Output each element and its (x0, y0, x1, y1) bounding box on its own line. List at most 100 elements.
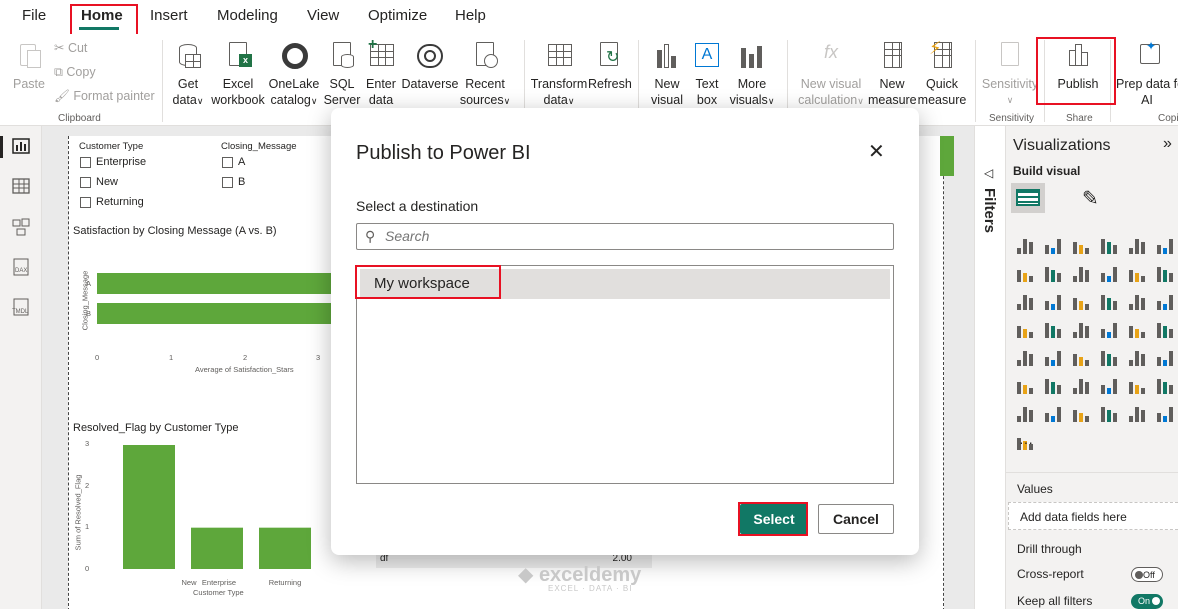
area-100-icon[interactable] (1099, 264, 1121, 284)
build-visual-tab[interactable] (1011, 183, 1045, 213)
menu-view[interactable]: View (307, 7, 339, 24)
stacked-bar-100-icon[interactable] (1071, 236, 1093, 256)
dax-query-view-icon[interactable]: DAX (11, 258, 31, 276)
menu-bar: File Home Insert Modeling View Optimize … (0, 0, 1178, 34)
card-icon[interactable] (1155, 320, 1177, 340)
qa-icon[interactable] (1071, 376, 1093, 396)
donut-icon[interactable] (1155, 292, 1177, 312)
power-apps-icon[interactable] (1015, 404, 1037, 424)
ribbon-icon[interactable] (1015, 292, 1037, 312)
cross-report-toggle[interactable]: Off (1131, 567, 1163, 582)
treemap-icon[interactable] (1015, 320, 1037, 340)
narrative-icon[interactable] (1099, 376, 1121, 396)
pie-icon[interactable] (1127, 292, 1149, 312)
menu-file[interactable]: File (22, 7, 46, 24)
paste-button[interactable]: Paste (10, 40, 48, 92)
matrix-icon[interactable] (1099, 348, 1121, 368)
collapse-pane-icon[interactable]: » (1163, 135, 1172, 153)
new-measure-label-1: New (879, 77, 905, 91)
search-input[interactable] (385, 228, 865, 244)
cut-button[interactable]: ✂ Cut (54, 40, 87, 55)
line-icon[interactable] (1015, 264, 1037, 284)
new-visual-button[interactable]: New visual (646, 40, 688, 108)
search-box[interactable]: ⚲ (356, 223, 894, 250)
values-drop-zone[interactable]: Add data fields here (1008, 502, 1178, 530)
quick-measure-button[interactable]: ⚡ Quick measure (916, 39, 968, 108)
paste-icon (14, 40, 44, 72)
close-icon[interactable]: ✕ (868, 142, 885, 162)
text-box-label-1: Text (695, 77, 719, 91)
cancel-button[interactable]: Cancel (818, 504, 894, 534)
keep-filters-toggle[interactable]: On (1131, 594, 1163, 609)
custom-b-icon[interactable] (1099, 404, 1121, 424)
menu-optimize[interactable]: Optimize (368, 7, 427, 24)
map-icon[interactable] (1043, 320, 1065, 340)
table-icon[interactable] (1071, 348, 1093, 368)
menu-insert[interactable]: Insert (150, 7, 188, 24)
clustered-bar-icon[interactable] (1043, 236, 1065, 256)
onelake-catalog-button[interactable]: OneLake catalog∨ (266, 40, 322, 109)
more-visuals-button[interactable]: More visuals∨ (726, 40, 778, 109)
copy-button[interactable]: ⧉ Copy (54, 65, 96, 80)
new-visual-calculation-button[interactable]: fx New visual calculation∨ (798, 40, 864, 109)
line-column-icon[interactable] (1127, 264, 1149, 284)
key-influencers-icon[interactable] (1043, 376, 1065, 396)
multi-card-icon[interactable] (1015, 348, 1037, 368)
filled-map-icon[interactable] (1071, 320, 1093, 340)
line-clustered-icon[interactable] (1155, 264, 1177, 284)
area-icon[interactable] (1043, 264, 1065, 284)
refresh-icon: ↻ (594, 40, 624, 72)
prep-data-ai-button[interactable]: ✦ Prep data fo AI (1116, 40, 1178, 108)
table-view-icon[interactable] (11, 178, 31, 196)
report-view-icon[interactable] (11, 138, 31, 156)
toggle-knob (1135, 571, 1143, 579)
enter-data-button[interactable]: + Enter data (362, 37, 400, 108)
stacked-area-icon[interactable] (1071, 264, 1093, 284)
excel-workbook-button[interactable]: x Excel workbook (208, 40, 268, 108)
transform-data-button[interactable]: Transform data∨ (530, 40, 588, 109)
recent-sources-button[interactable]: Recent sources∨ (458, 40, 512, 109)
python-visual-icon[interactable] (1155, 348, 1177, 368)
more-visuals-ellipsis[interactable]: ··· (1019, 434, 1033, 450)
gauge-icon[interactable] (1127, 320, 1149, 340)
format-visual-icon[interactable]: ✎ (1082, 186, 1099, 211)
text-box-button[interactable]: A Text box (688, 40, 726, 108)
decomposition-tree-icon[interactable] (1015, 376, 1037, 396)
keep-all-filters-label: Keep all filters (1017, 594, 1093, 608)
power-automate-icon[interactable] (1043, 404, 1065, 424)
bar-new[interactable] (123, 445, 175, 569)
paginated-icon[interactable] (1155, 376, 1177, 396)
new-measure-button[interactable]: New measure (868, 40, 917, 108)
format-painter-button[interactable]: 🖌 Format painter (54, 89, 155, 104)
tmdl-view-icon[interactable]: TMDL (11, 298, 31, 316)
funnel-icon[interactable] (1071, 292, 1093, 312)
menu-help[interactable]: Help (455, 7, 486, 24)
metrics-icon[interactable] (1127, 376, 1149, 396)
waterfall-icon[interactable] (1043, 292, 1065, 312)
model-view-icon[interactable] (11, 218, 31, 236)
menu-modeling[interactable]: Modeling (217, 7, 278, 24)
scatter-icon[interactable] (1099, 292, 1121, 312)
stacked-column-icon[interactable] (1099, 236, 1121, 256)
transform-label-2: data∨ (543, 93, 575, 107)
sql-server-button[interactable]: SQL Server (322, 40, 362, 108)
refresh-button[interactable]: ↻ Refresh (588, 40, 632, 92)
azure-map-icon[interactable] (1099, 320, 1121, 340)
custom-c-icon[interactable] (1127, 404, 1149, 424)
r-visual-icon[interactable] (1127, 348, 1149, 368)
sensitivity-button[interactable]: Sensitivity ∨ (980, 40, 1040, 108)
filter-pin-icon[interactable]: ◁ (984, 166, 993, 180)
refresh-label: Refresh (588, 77, 632, 91)
bar-enterprise[interactable] (191, 527, 243, 569)
bar-returning[interactable] (259, 527, 311, 569)
stacked-bar-icon[interactable] (1015, 236, 1037, 256)
stacked-column-100-icon[interactable] (1155, 236, 1177, 256)
kpi-icon[interactable] (1043, 348, 1065, 368)
custom-a-icon[interactable] (1071, 404, 1093, 424)
clustered-column-icon[interactable] (1127, 236, 1149, 256)
custom-d-icon[interactable] (1155, 404, 1177, 424)
filters-pane[interactable]: ◁ Filters (974, 126, 1006, 609)
get-data-button[interactable]: Get data∨ (168, 40, 208, 109)
dataverse-button[interactable]: Dataverse (400, 40, 460, 92)
workspace-highlight-box (355, 265, 501, 299)
